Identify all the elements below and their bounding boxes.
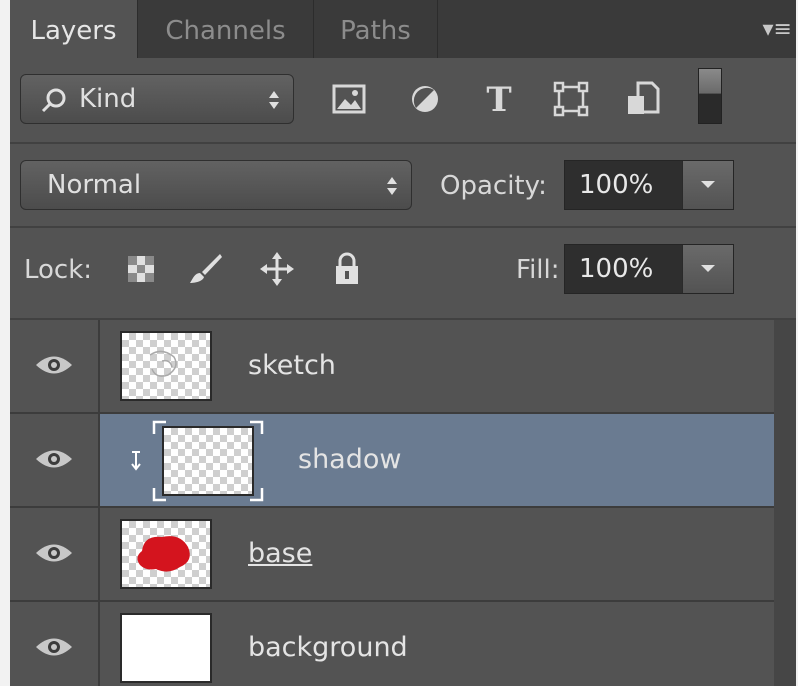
visibility-toggle[interactable]	[10, 414, 100, 506]
layer-thumbnail	[120, 519, 212, 589]
opacity-field[interactable]: 100%	[564, 160, 734, 210]
layer-thumbnail	[120, 331, 212, 401]
layers-panel: Layers Channels Paths ▾≡ Kind T Normal O…	[10, 0, 796, 686]
tab-channels[interactable]: Channels	[138, 0, 314, 58]
lock-all-padlock-icon[interactable]	[328, 250, 366, 288]
filter-kind-label: Kind	[79, 84, 137, 114]
visibility-toggle[interactable]	[10, 508, 100, 600]
filter-pixel-layer-icon[interactable]	[328, 78, 370, 120]
opacity-label: Opacity:	[440, 171, 547, 201]
fill-dropdown-button[interactable]	[682, 245, 733, 293]
opacity-value: 100%	[579, 170, 654, 200]
clipping-mask-icon	[131, 451, 141, 471]
tab-layers[interactable]: Layers	[10, 0, 138, 58]
red-paint-thumbnail	[137, 536, 190, 572]
layer-thumbnail	[120, 613, 212, 683]
visibility-toggle[interactable]	[10, 320, 100, 412]
chevron-down-icon	[701, 181, 715, 188]
fill-label: Fill:	[516, 255, 560, 285]
visibility-toggle[interactable]	[10, 602, 100, 686]
sketch-strokes-thumbnail	[149, 350, 177, 377]
fill-value: 100%	[579, 254, 654, 284]
panel-menu-icon[interactable]: ▾≡	[762, 18, 792, 42]
divider	[10, 226, 796, 228]
layer-main: sketch	[100, 320, 774, 412]
search-icon	[41, 88, 66, 113]
layers-list: sketch shadow base background	[10, 320, 774, 686]
layer-row-sketch[interactable]: sketch	[10, 320, 774, 414]
filter-smart-object-icon[interactable]	[622, 78, 664, 120]
blend-mode-select[interactable]: Normal	[20, 160, 412, 210]
lock-label: Lock:	[24, 255, 93, 285]
eye-icon	[36, 544, 72, 562]
layer-main: shadow	[100, 414, 774, 506]
chevron-updown-icon	[269, 91, 279, 109]
opacity-dropdown-button[interactable]	[682, 161, 733, 209]
lock-position-move-icon[interactable]	[258, 250, 296, 288]
blend-mode-label: Normal	[47, 170, 142, 200]
lock-image-pixels-brush-icon[interactable]	[186, 250, 224, 288]
layer-main: base	[100, 508, 774, 600]
filter-kind-select[interactable]: Kind	[20, 74, 294, 124]
layer-thumbnail	[162, 426, 254, 496]
chevron-updown-icon	[387, 177, 397, 195]
eye-icon	[36, 638, 72, 656]
divider	[10, 142, 796, 144]
eye-icon	[36, 450, 72, 468]
svg-text:T: T	[486, 80, 511, 120]
tab-paths[interactable]: Paths	[314, 0, 438, 58]
lock-transparent-pixels-icon[interactable]	[122, 250, 160, 288]
chevron-down-icon	[701, 265, 715, 272]
layer-row-shadow[interactable]: shadow	[10, 414, 774, 508]
layer-name: background	[248, 632, 408, 663]
layer-main: background	[100, 602, 774, 686]
eye-icon	[36, 356, 72, 374]
panel-tab-bar: Layers Channels Paths ▾≡	[10, 0, 796, 58]
filter-shape-layer-icon[interactable]	[550, 78, 592, 120]
filter-type-layer-icon[interactable]: T	[478, 78, 520, 120]
layer-row-background[interactable]: background	[10, 602, 774, 686]
layers-scrollbar[interactable]	[774, 320, 796, 686]
layer-name: sketch	[248, 350, 336, 381]
layer-name: shadow	[298, 444, 402, 475]
filter-adjustment-layer-icon[interactable]	[404, 78, 446, 120]
filter-toggle-switch[interactable]	[698, 68, 722, 124]
fill-field[interactable]: 100%	[564, 244, 734, 294]
layer-name: base	[248, 538, 313, 569]
layer-row-base[interactable]: base	[10, 508, 774, 602]
